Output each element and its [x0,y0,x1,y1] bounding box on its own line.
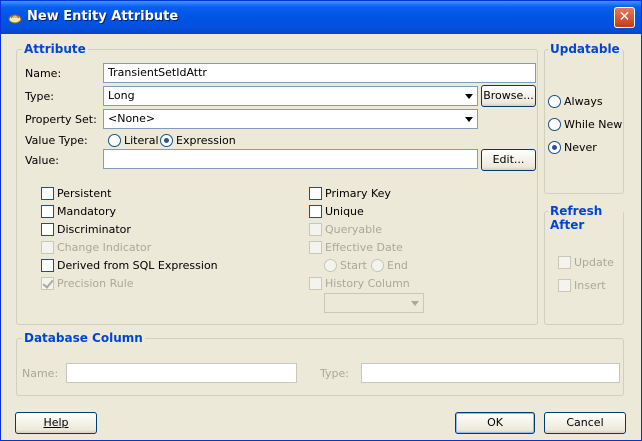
value-type-literal-label[interactable]: Literal [124,134,159,147]
updatable-while-new-label[interactable]: While New [564,118,622,131]
help-button[interactable]: Help [15,412,97,434]
window-title: New Entity Attribute [27,9,179,24]
mandatory-checkbox[interactable] [41,205,54,218]
close-icon[interactable]: ✕ [614,7,635,28]
property-set-value: <None> [108,112,156,125]
unique-label[interactable]: Unique [325,205,364,218]
refresh-update-label: Update [574,256,614,269]
unique-checkbox[interactable] [309,205,322,218]
type-dropdown[interactable]: Long [103,86,478,106]
dialog-window: New Entity Attribute ✕ Attribute Name: T… [0,0,642,441]
value-type-expression-label[interactable]: Expression [176,134,236,147]
database-column-group-title: Database Column [22,331,145,345]
history-column-dropdown [324,293,424,313]
refresh-insert-checkbox [558,279,571,292]
refresh-after-group-title: Refresh After [548,204,623,232]
value-type-expression-radio[interactable] [160,134,173,147]
primary-key-label[interactable]: Primary Key [325,187,391,200]
effective-date-start-label: Start [340,259,367,272]
db-type-field [361,363,620,383]
updatable-never-radio[interactable] [548,141,561,154]
refresh-insert-label: Insert [574,279,606,292]
effective-date-start-radio [324,259,337,272]
precision-rule-label: Precision Rule [57,277,134,290]
change-indicator-checkbox [41,241,54,254]
persistent-checkbox[interactable] [41,187,54,200]
type-dropdown-value: Long [108,89,135,102]
value-type-label: Value Type: [25,134,88,147]
queryable-label: Queryable [325,223,382,236]
property-set-dropdown[interactable]: <None> [103,109,478,129]
help-button-label: Help [43,416,69,429]
derived-sql-label[interactable]: Derived from SQL Expression [57,259,218,272]
refresh-update-checkbox [558,256,571,269]
precision-rule-checkbox [41,277,54,290]
discriminator-checkbox[interactable] [41,223,54,236]
effective-date-end-label: End [387,259,408,272]
db-type-label: Type: [320,367,349,380]
derived-sql-checkbox[interactable] [41,259,54,272]
value-field[interactable] [103,149,478,169]
mandatory-label[interactable]: Mandatory [57,205,116,218]
updatable-always-radio[interactable] [548,95,561,108]
effective-date-label: Effective Date [325,241,403,254]
name-field[interactable]: TransientSetIdAttr [103,63,536,83]
edit-button[interactable]: Edit... [481,149,536,171]
updatable-never-label[interactable]: Never [564,141,597,154]
effective-date-checkbox [309,241,322,254]
effective-date-end-radio [371,259,384,272]
type-label: Type: [25,90,54,103]
name-label: Name: [25,67,62,80]
primary-key-checkbox[interactable] [309,187,322,200]
browse-button[interactable]: Browse... [481,85,536,107]
attribute-group-title: Attribute [22,42,88,56]
discriminator-label[interactable]: Discriminator [57,223,131,236]
title-bar[interactable]: New Entity Attribute ✕ [1,1,641,34]
chevron-down-icon [465,94,473,99]
db-name-field [66,363,297,383]
app-icon [8,14,22,24]
value-type-literal-radio[interactable] [108,134,121,147]
updatable-always-label[interactable]: Always [564,95,603,108]
persistent-label[interactable]: Persistent [57,187,111,200]
ok-button[interactable]: OK [455,412,535,434]
cancel-button[interactable]: Cancel [544,412,626,434]
chevron-down-icon [411,301,419,306]
change-indicator-label: Change Indicator [57,241,152,254]
value-label: Value: [25,154,59,167]
chevron-down-icon [465,117,473,122]
updatable-while-new-radio[interactable] [548,118,561,131]
property-set-label: Property Set: [25,113,97,126]
history-column-checkbox [309,277,322,290]
queryable-checkbox [309,223,322,236]
db-name-label: Name: [22,367,59,380]
updatable-group-title: Updatable [548,42,622,56]
history-column-label: History Column [325,277,410,290]
